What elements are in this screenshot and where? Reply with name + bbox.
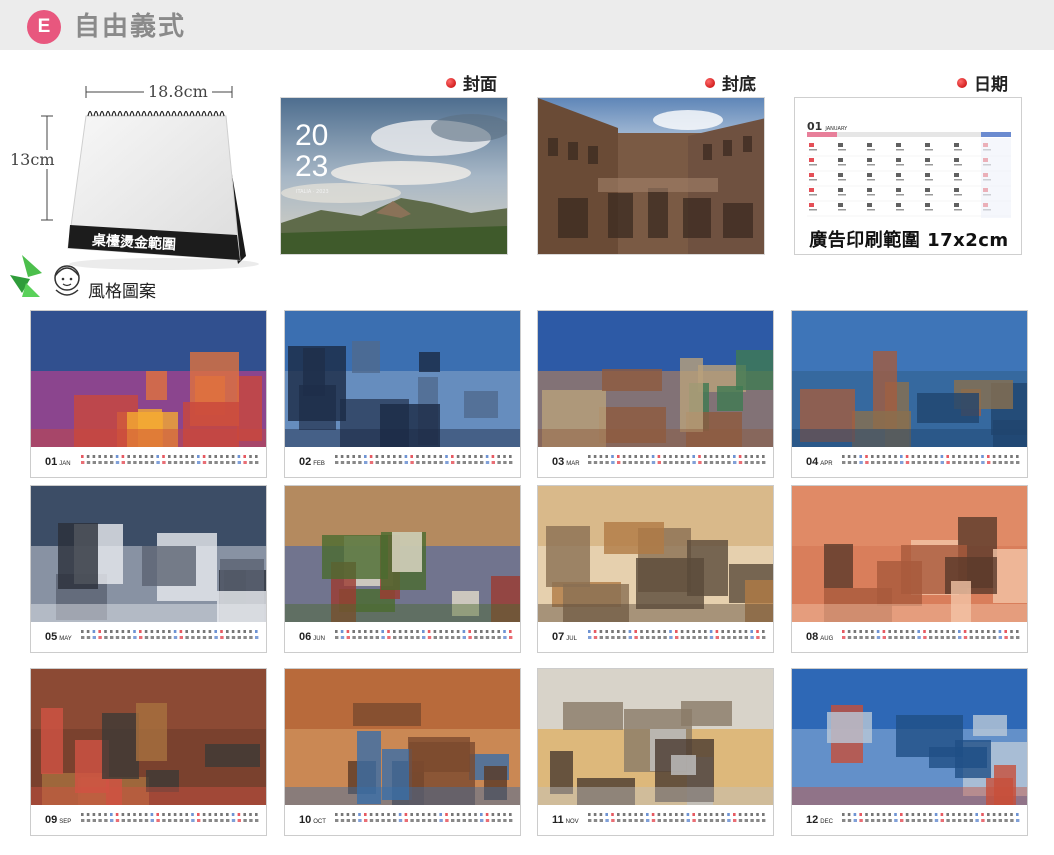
width-label: 18.8cm [144, 82, 212, 101]
legend-date-label: 日期 [974, 75, 1008, 95]
month-label: 08 AUG [806, 631, 834, 643]
month-strip: 03 MAR [538, 447, 773, 477]
month-strip: 07 JUL [538, 622, 773, 652]
style-heading: 風格圖案 [88, 282, 156, 302]
month-strip: 11 NOV [538, 805, 773, 835]
month-card: 10 OCT [284, 668, 521, 836]
month-photo [31, 311, 266, 447]
month-strip: 06 JUN [285, 622, 520, 652]
legend-date: 日期 [957, 70, 1008, 95]
month-card: 05 MAY [30, 485, 267, 653]
month-strip: 05 MAY [31, 622, 266, 652]
month-strip: 01 JAN [31, 447, 266, 477]
month-photo [285, 486, 520, 622]
page-title: 自由義式 [74, 12, 187, 42]
month-label: 01 JAN [45, 456, 71, 468]
month-card: 09 SEP [30, 668, 267, 836]
month-label: 04 APR [806, 456, 833, 468]
day-strip [588, 455, 766, 464]
day-strip [588, 630, 766, 639]
month-photo [538, 311, 773, 447]
arrow-icon [8, 253, 44, 299]
month-card: 03 MAR [537, 310, 774, 478]
month-card: 11 NOV [537, 668, 774, 836]
width-dimension: 18.8cm [88, 82, 250, 102]
red-dot-icon [705, 78, 715, 88]
month-label: 09 SEP [45, 814, 72, 826]
back-cover-photo [537, 97, 765, 255]
month-card: 08 AUG [791, 485, 1028, 653]
day-strip [81, 455, 259, 464]
section-badge: E [27, 10, 61, 44]
day-strip [81, 630, 259, 639]
header-bar: E 自由義式 [0, 0, 1054, 50]
month-photo [792, 486, 1027, 622]
desk-calendar-illustration: 18.8cm 13cm 桌檯燙金範圍 [10, 80, 264, 276]
cover-photo: 20 23 ITALIA · 2023 [280, 97, 508, 255]
girl-face-icon [50, 262, 84, 298]
month-card: 06 JUN [284, 485, 521, 653]
month-strip: 02 FEB [285, 447, 520, 477]
legend-cover: 封面 [446, 70, 497, 95]
day-strip [588, 813, 766, 822]
month-card: 02 FEB [284, 310, 521, 478]
month-label: 12 DEC [806, 814, 833, 826]
cover-subtitle: ITALIA · 2023 [296, 189, 329, 195]
month-label: 10 OCT [299, 814, 326, 826]
legend-back-label: 封底 [722, 75, 756, 95]
month-strip: 10 OCT [285, 805, 520, 835]
day-strip [335, 455, 513, 464]
height-label: 13cm [10, 150, 55, 169]
month-label: 07 JUL [552, 631, 577, 643]
month-photo [538, 669, 773, 805]
legend-cover-label: 封面 [463, 75, 497, 95]
month-photo [792, 669, 1027, 805]
day-strip [81, 813, 259, 822]
month-strip: 04 APR [792, 447, 1027, 477]
red-dot-icon [446, 78, 456, 88]
month-label: 05 MAY [45, 631, 72, 643]
month-card: 01 JAN [30, 310, 267, 478]
month-photo [31, 669, 266, 805]
cover-year: 20 23 [295, 119, 329, 183]
date-grid [807, 132, 1011, 218]
month-photo [792, 311, 1027, 447]
month-strip: 12 DEC [792, 805, 1027, 835]
legend-back: 封底 [705, 70, 756, 95]
month-label: 11 NOV [552, 814, 579, 826]
day-strip [842, 455, 1020, 464]
print-range-label: 廣告印刷範圍 17x2cm [809, 230, 1009, 251]
date-sample: 01 JANUARY 廣告印刷範圍 17x2cm [794, 97, 1022, 255]
month-strip: 08 AUG [792, 622, 1027, 652]
month-photo [538, 486, 773, 622]
month-label: 03 MAR [552, 456, 580, 468]
month-photo [285, 669, 520, 805]
month-label: 02 FEB [299, 456, 325, 468]
month-card: 04 APR [791, 310, 1028, 478]
day-strip [842, 630, 1020, 639]
day-strip [335, 630, 513, 639]
day-strip [842, 813, 1020, 822]
month-label: 06 JUN [299, 631, 325, 643]
month-card: 07 JUL [537, 485, 774, 653]
red-dot-icon [957, 78, 967, 88]
month-photo [31, 486, 266, 622]
month-card: 12 DEC [791, 668, 1028, 836]
month-photo [285, 311, 520, 447]
month-strip: 09 SEP [31, 805, 266, 835]
day-strip [335, 813, 513, 822]
